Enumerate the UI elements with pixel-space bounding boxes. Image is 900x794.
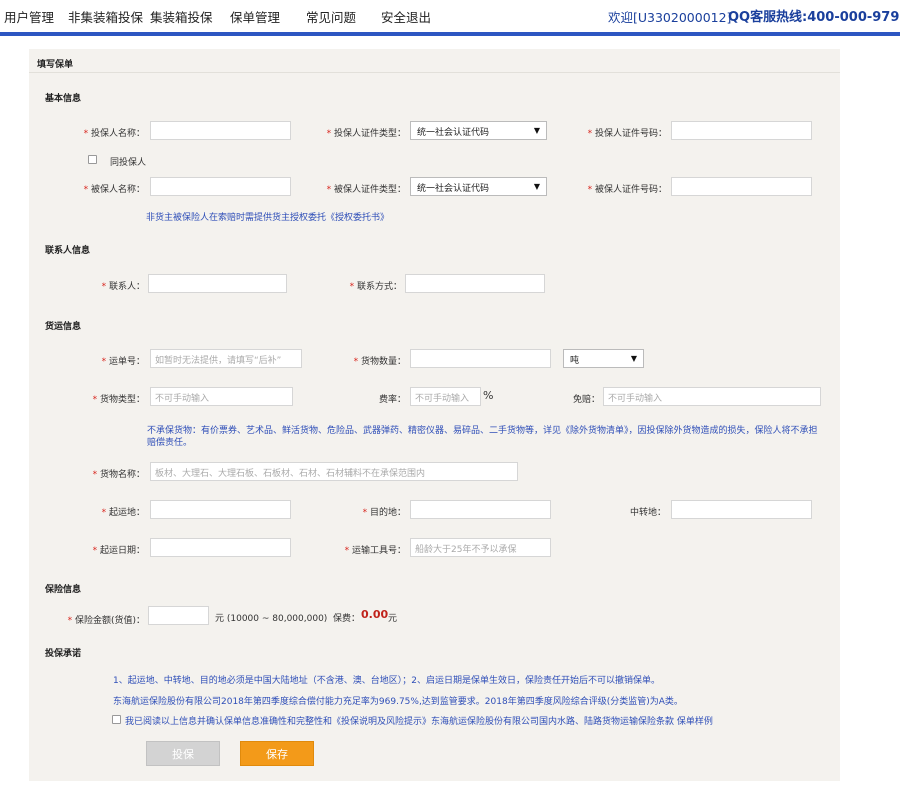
premium-label: 保费： <box>333 614 361 624</box>
section-basic-info: 基本信息 <box>45 94 82 104</box>
transit-input[interactable] <box>671 500 812 519</box>
welcome-text: 欢迎[U3302000012] <box>608 10 732 25</box>
submit-button[interactable]: 投保 <box>146 741 220 766</box>
destination-input[interactable] <box>410 500 551 519</box>
applicant-id-no-label: * 投保人证件号码： <box>587 129 667 139</box>
rate-label: 费率： <box>378 395 406 405</box>
contact-input[interactable] <box>148 274 287 293</box>
origin-label: * 起运地： <box>101 508 145 518</box>
unit-select[interactable]: 吨 ▼ <box>563 349 644 368</box>
amount-range: 元 (10000 ~ 80,000,000) <box>215 614 328 624</box>
quantity-input[interactable] <box>410 349 551 368</box>
section-contact-info: 联系人信息 <box>45 246 91 256</box>
rate-unit: % <box>483 389 494 402</box>
premium-unit: 元 <box>388 614 398 624</box>
insured-name-input[interactable] <box>150 177 291 196</box>
insured-id-type-label: * 被保人证件类型： <box>326 185 406 195</box>
deductible-label: 免赔： <box>572 395 600 405</box>
rate-input[interactable]: 不可手动输入 <box>410 387 481 406</box>
amount-input[interactable] <box>148 606 209 625</box>
vehicle-label: * 运输工具号： <box>344 546 406 556</box>
nav-logout[interactable]: 安全退出 <box>381 7 431 26</box>
insured-name-label: * 被保人名称： <box>83 185 145 195</box>
policy-form-panel <box>29 49 840 781</box>
quantity-label: * 货物数量： <box>353 357 406 367</box>
cargo-name-input[interactable]: 板材、大理石、大理石板、石板材、石材、石材辅料不在承保范围内 <box>150 462 518 481</box>
nav-user-management[interactable]: 用户管理 <box>4 7 54 26</box>
hotline-text: 热线:400-000-9797 <box>776 10 900 25</box>
cargo-type-label: * 货物类型： <box>92 395 145 405</box>
cargo-name-label: * 货物名称： <box>92 470 145 480</box>
same-as-applicant-checkbox[interactable] <box>88 155 97 164</box>
phone-label: * 联系方式： <box>349 282 402 292</box>
exclusion-note-line1: 不承保货物：有价票券、艺术品、鲜活货物、危险品、武器弹药、精密仪器、易碎品、二手… <box>147 426 818 436</box>
applicant-id-type-select[interactable]: 统一社会认证代码 ▼ <box>410 121 547 140</box>
applicant-id-no-input[interactable] <box>671 121 812 140</box>
destination-label: * 目的地： <box>362 508 406 518</box>
contact-label: * 联系人： <box>101 282 145 292</box>
authorization-note-link[interactable]: 非货主被保险人在索赔时需提供货主授权委托《授权委托书》 <box>146 210 389 223</box>
departure-date-label: * 起运日期： <box>92 546 145 556</box>
phone-input[interactable] <box>405 274 545 293</box>
section-insurance-info: 保险信息 <box>45 585 82 595</box>
commitment-line2: 东海航运保险股份有限公司2018年第四季度综合偿付能力充足率为969.75%,达… <box>113 697 683 707</box>
nav-policy-management[interactable]: 保单管理 <box>230 7 280 26</box>
chevron-down-icon: ▼ <box>533 182 540 191</box>
cargo-type-input[interactable]: 不可手动输入 <box>150 387 293 406</box>
nav-container-insure[interactable]: 集装箱投保 <box>150 7 213 26</box>
chevron-down-icon: ▼ <box>630 354 637 363</box>
top-navigation: 用户管理 非集装箱投保 集装箱投保 保单管理 常见问题 安全退出 欢迎[U330… <box>0 0 900 32</box>
qq-service-link[interactable]: QQ客服 <box>728 6 776 25</box>
exclusion-note-line2: 赔偿责任。 <box>147 438 193 448</box>
insured-id-type-select[interactable]: 统一社会认证代码 ▼ <box>410 177 547 196</box>
save-button[interactable]: 保存 <box>240 741 314 766</box>
section-cargo-info: 货运信息 <box>45 322 82 332</box>
applicant-name-input[interactable] <box>150 121 291 140</box>
nav-underline-bar <box>0 32 900 36</box>
applicant-name-label: * 投保人名称： <box>83 129 145 139</box>
deductible-input[interactable]: 不可手动输入 <box>603 387 821 406</box>
same-as-applicant-label: 同投保人 <box>110 158 147 168</box>
departure-date-input[interactable] <box>150 538 291 557</box>
agree-checkbox[interactable] <box>112 715 121 724</box>
premium-value: 0.00 <box>361 608 389 621</box>
chevron-down-icon: ▼ <box>533 126 540 135</box>
section-commitment: 投保承诺 <box>45 649 82 659</box>
panel-header <box>29 51 840 73</box>
agree-text[interactable]: 我已阅读以上信息并确认保单信息准确性和完整性和《投保说明及风险提示》东海航运保险… <box>125 714 725 727</box>
nav-faq[interactable]: 常见问题 <box>306 7 356 26</box>
origin-input[interactable] <box>150 500 291 519</box>
commitment-line1: 1、起运地、中转地、目的地必须是中国大陆地址（不含港、澳、台地区）；2、启运日期… <box>113 676 660 686</box>
insured-id-no-label: * 被保人证件号码： <box>587 185 667 195</box>
nav-non-container-insure[interactable]: 非集装箱投保 <box>68 7 143 26</box>
waybill-label: * 运单号： <box>101 357 145 367</box>
waybill-input[interactable]: 如暂时无法提供，请填写“后补” <box>150 349 302 368</box>
applicant-id-type-label: * 投保人证件类型： <box>326 129 406 139</box>
vehicle-input[interactable]: 船龄大于25年不予以承保 <box>410 538 551 557</box>
panel-title: 填写保单 <box>37 60 74 70</box>
amount-label: * 保险金额(货值)： <box>67 616 145 626</box>
insured-id-no-input[interactable] <box>671 177 812 196</box>
transit-label: 中转地： <box>629 508 666 518</box>
